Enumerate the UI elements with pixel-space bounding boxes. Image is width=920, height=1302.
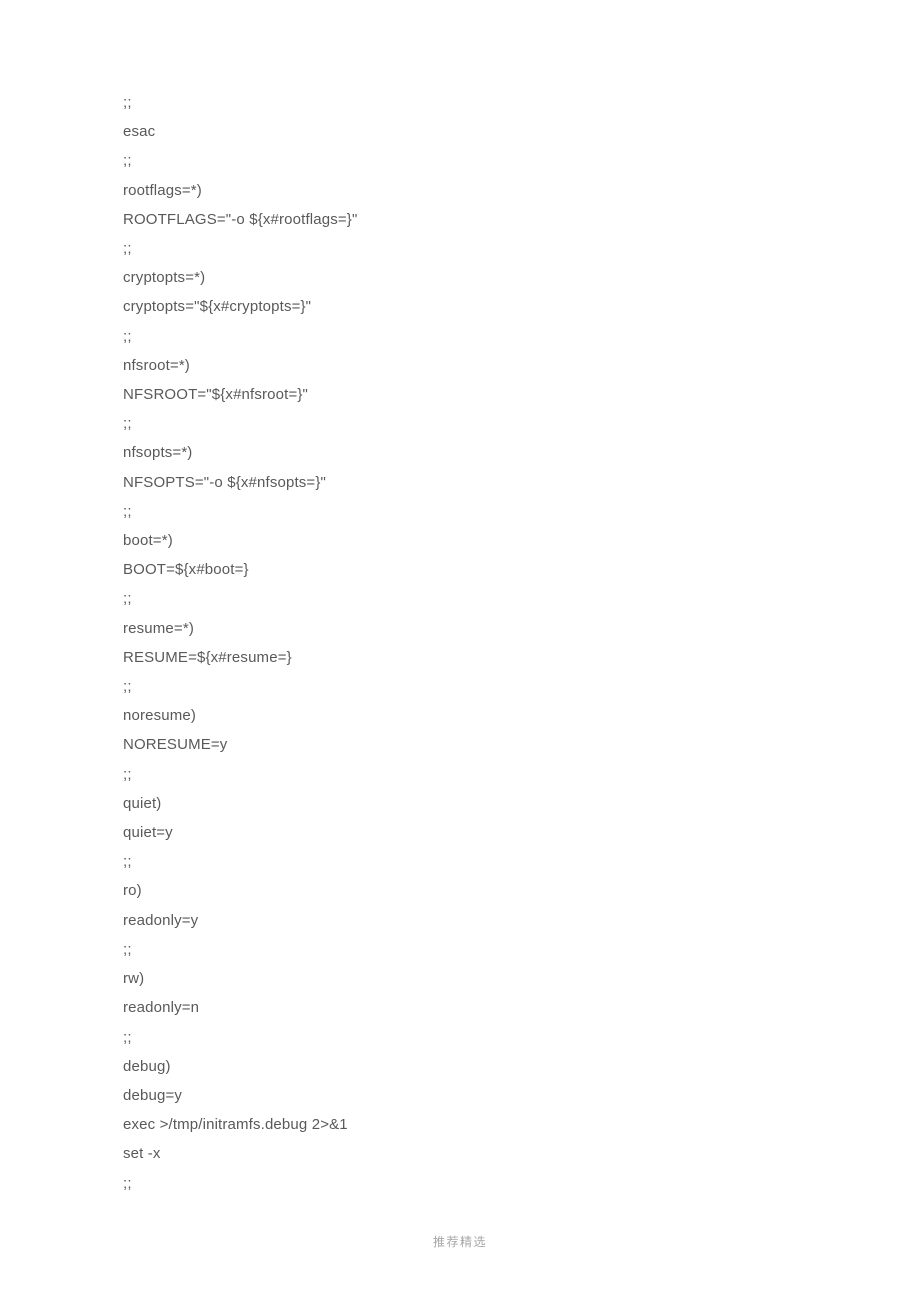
- code-line: cryptopts="${x#cryptopts=}": [123, 292, 920, 321]
- code-line: ;;: [123, 847, 920, 876]
- code-line: nfsroot=*): [123, 351, 920, 380]
- code-line: set -x: [123, 1139, 920, 1168]
- code-line: ;;: [123, 935, 920, 964]
- code-line: ;;: [123, 1023, 920, 1052]
- code-line: ROOTFLAGS="-o ${x#rootflags=}": [123, 205, 920, 234]
- code-line: exec >/tmp/initramfs.debug 2>&1: [123, 1110, 920, 1139]
- code-line: boot=*): [123, 526, 920, 555]
- code-line: rootflags=*): [123, 176, 920, 205]
- code-line: cryptopts=*): [123, 263, 920, 292]
- code-line: ;;: [123, 672, 920, 701]
- code-line: ;;: [123, 234, 920, 263]
- code-line: debug=y: [123, 1081, 920, 1110]
- code-line: esac: [123, 117, 920, 146]
- page-footer: 推荐精选: [0, 1233, 920, 1250]
- code-line: debug): [123, 1052, 920, 1081]
- code-line: ;;: [123, 409, 920, 438]
- code-line: ;;: [123, 760, 920, 789]
- code-line: ;;: [123, 146, 920, 175]
- code-line: quiet): [123, 789, 920, 818]
- code-line: NORESUME=y: [123, 730, 920, 759]
- code-line: readonly=n: [123, 993, 920, 1022]
- code-line: resume=*): [123, 614, 920, 643]
- code-line: noresume): [123, 701, 920, 730]
- code-line: BOOT=${x#boot=}: [123, 555, 920, 584]
- code-line: ro): [123, 876, 920, 905]
- code-line: nfsopts=*): [123, 438, 920, 467]
- code-content: ;;esac;;rootflags=*)ROOTFLAGS="-o ${x#ro…: [0, 0, 920, 1198]
- code-line: rw): [123, 964, 920, 993]
- code-line: NFSOPTS="-o ${x#nfsopts=}": [123, 468, 920, 497]
- code-line: ;;: [123, 584, 920, 613]
- code-line: RESUME=${x#resume=}: [123, 643, 920, 672]
- code-line: NFSROOT="${x#nfsroot=}": [123, 380, 920, 409]
- code-line: ;;: [123, 322, 920, 351]
- code-line: ;;: [123, 88, 920, 117]
- code-line: ;;: [123, 497, 920, 526]
- code-line: readonly=y: [123, 906, 920, 935]
- code-line: quiet=y: [123, 818, 920, 847]
- code-line: ;;: [123, 1169, 920, 1198]
